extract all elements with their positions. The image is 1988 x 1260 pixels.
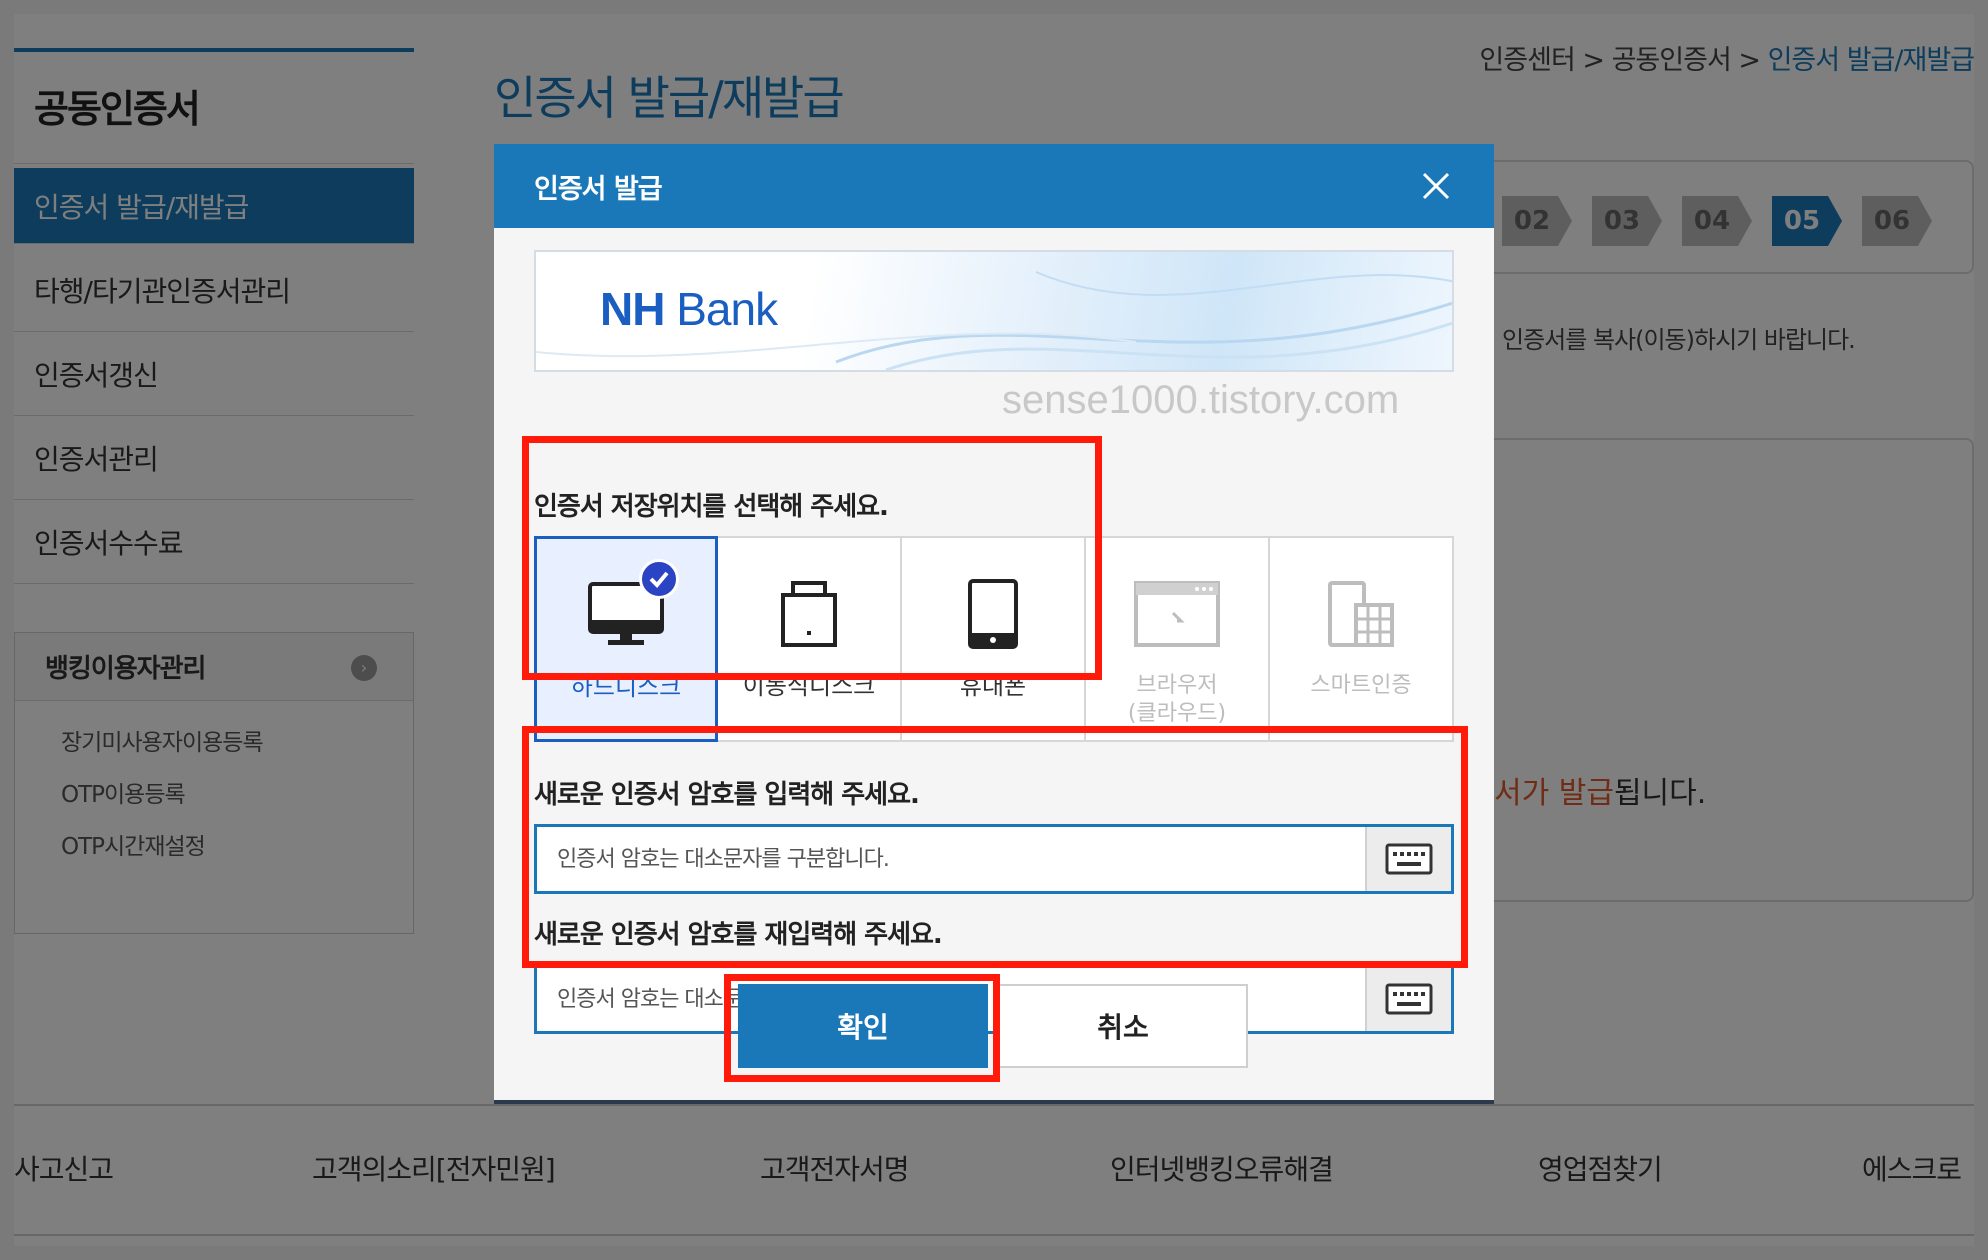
window-frame <box>0 0 1988 14</box>
window-frame <box>0 0 14 1260</box>
storage-option-browser[interactable]: 브라우저 (클라우드) <box>1086 536 1270 742</box>
dialog-header: 인증서 발급 <box>494 144 1494 228</box>
browser-window-icon <box>1134 581 1220 647</box>
highlight-storage-options <box>522 436 1102 680</box>
cancel-button[interactable]: 취소 <box>998 984 1248 1068</box>
nh-bank-logo: NH Bank <box>600 283 778 335</box>
highlight-password-fields <box>522 726 1468 968</box>
bank-banner: NH Bank <box>534 250 1454 372</box>
watermark: sense1000.tistory.com <box>1002 378 1400 422</box>
close-icon[interactable] <box>1414 164 1458 208</box>
window-frame <box>1974 0 1988 1260</box>
storage-option-label: 브라우저 (클라우드) <box>1127 673 1227 726</box>
smart-auth-icon <box>1328 581 1394 647</box>
storage-option-smart-auth[interactable]: 스마트인증 <box>1270 536 1454 742</box>
window-frame <box>0 1246 1988 1260</box>
storage-option-label: 스마트인증 <box>1310 673 1412 698</box>
virtual-keyboard-button[interactable] <box>1365 967 1451 1031</box>
highlight-confirm-button <box>724 974 1000 1082</box>
dialog-title: 인증서 발급 <box>534 173 663 205</box>
keyboard-icon <box>1385 983 1433 1015</box>
